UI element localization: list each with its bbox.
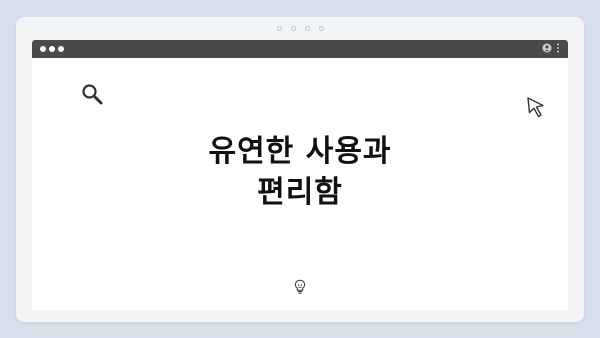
title-bar <box>32 40 568 58</box>
lightbulb-icon <box>294 279 306 294</box>
window-minimize-dot[interactable] <box>49 46 55 52</box>
profile-icon[interactable] <box>542 43 552 53</box>
cursor-arrow-icon <box>527 97 544 118</box>
more-vert-icon[interactable] <box>556 43 560 53</box>
frame-dot <box>276 26 282 31</box>
frame-dot <box>304 26 310 31</box>
app-window: 유연한 사용과 편리함 <box>32 40 568 310</box>
main-content: 유연한 사용과 편리함 <box>32 58 568 310</box>
window-close-dot[interactable] <box>40 46 46 52</box>
frame-pagination-dots <box>16 26 584 31</box>
page-title: 유연한 사용과 편리함 <box>32 131 568 213</box>
page-title-line-1: 유연한 사용과 <box>208 134 392 169</box>
frame-dot <box>290 26 296 31</box>
page-title-line-2: 편리함 <box>257 175 343 210</box>
search-icon[interactable] <box>80 82 104 106</box>
window-maximize-dot[interactable] <box>58 46 64 52</box>
frame-dot <box>318 26 324 31</box>
